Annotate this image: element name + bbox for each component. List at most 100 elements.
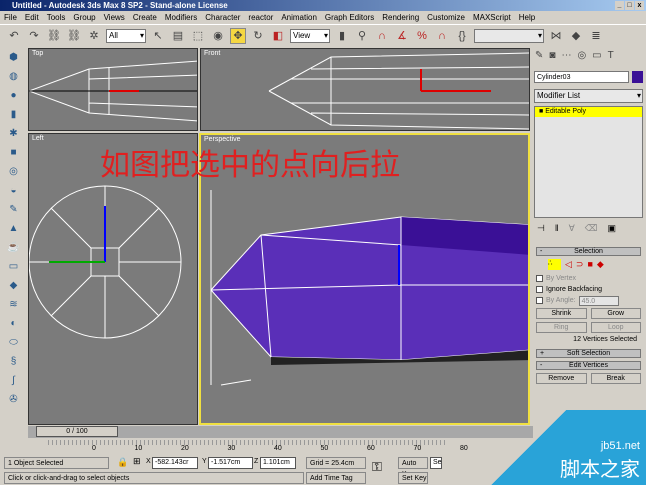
y-coordinate-field[interactable]: -1.517cm [208, 457, 253, 469]
ignore-backfacing-checkbox[interactable]: Ignore Backfacing [536, 284, 641, 295]
plane-icon[interactable]: ▭ [6, 259, 22, 275]
angle-spinner[interactable]: 45.0 [578, 295, 619, 306]
modify-tab-icon[interactable]: ◙ [549, 50, 555, 61]
remove-modifier-icon[interactable]: ⌫ [585, 223, 598, 233]
object-name-field[interactable]: Cylinder03 [534, 71, 629, 83]
spring-icon[interactable]: § [6, 354, 22, 370]
star-icon[interactable]: ✱ [6, 126, 22, 142]
minimize-button[interactable]: _ [615, 1, 624, 10]
motion-tab-icon[interactable]: ◎ [577, 50, 586, 61]
edit-vertices-rollout[interactable]: - Edit Vertices [536, 361, 641, 370]
time-slider-thumb[interactable]: 0 / 100 [36, 426, 118, 437]
object-color-swatch[interactable] [632, 71, 643, 83]
select-by-name-icon[interactable]: ▤ [170, 28, 186, 44]
ring-button[interactable]: Ring [536, 322, 587, 333]
x-coordinate-field[interactable]: -582.143cr [152, 457, 198, 469]
menu-item[interactable]: File [4, 11, 17, 24]
selection-rollout-header[interactable]: - Selection [536, 247, 641, 256]
link-icon[interactable]: ⛓ [46, 28, 62, 44]
tool-icon[interactable]: ✎ [6, 202, 22, 218]
set-key-button[interactable]: Set Key [398, 472, 428, 484]
pin-stack-icon[interactable]: ⊣ [537, 223, 545, 233]
border-mode-icon[interactable]: ⊃ [576, 259, 584, 270]
break-button[interactable]: Break [590, 373, 641, 384]
reference-coord-dropdown[interactable]: View [290, 28, 330, 43]
loop-button[interactable]: Loop [590, 322, 641, 333]
teapot-icon[interactable]: ☕ [6, 240, 22, 256]
hose-icon[interactable]: ∫ [6, 373, 22, 389]
menu-item[interactable]: Graph Editors [325, 11, 374, 24]
create-tab-icon[interactable]: ✎ [535, 50, 543, 61]
unlink-icon[interactable]: ⛓ [66, 28, 82, 44]
by-vertex-checkbox[interactable]: By Vertex [536, 273, 641, 284]
element-mode-icon[interactable]: ◆ [597, 259, 604, 270]
menu-item[interactable]: Character [205, 11, 240, 24]
spinner-snap-icon[interactable]: ∩ [434, 28, 450, 44]
hierarchy-tab-icon[interactable]: ⋯ [561, 50, 571, 61]
undo-icon[interactable]: ↶ [6, 28, 22, 44]
menu-item[interactable]: Modifiers [165, 11, 197, 24]
manipulate-icon[interactable]: ⚲ [354, 28, 370, 44]
polygon-mode-icon[interactable]: ■ [587, 259, 592, 270]
z-coordinate-field[interactable]: 1.101cm [260, 457, 296, 469]
torus-icon[interactable]: ◎ [6, 164, 22, 180]
create-icon[interactable]: ⬢ [6, 50, 22, 66]
menu-item[interactable]: Group [73, 11, 95, 24]
window-crossing-icon[interactable]: ◉ [210, 28, 226, 44]
vertex-mode-icon[interactable]: ∴ [548, 259, 561, 270]
selection-filter-dropdown[interactable]: All [106, 28, 146, 43]
percent-snap-icon[interactable]: % [414, 28, 430, 44]
remove-button[interactable]: Remove [536, 373, 587, 384]
viewport-top[interactable]: Top [28, 48, 198, 131]
menu-item[interactable]: MAXScript [473, 11, 511, 24]
rect-selection-icon[interactable]: ⬚ [190, 28, 206, 44]
box-icon[interactable]: ■ [6, 145, 22, 161]
utilities-tab-icon[interactable]: T [608, 50, 614, 61]
menu-item[interactable]: Edit [25, 11, 39, 24]
mirror-icon[interactable]: ⋈ [548, 28, 564, 44]
film-icon[interactable]: ✇ [6, 392, 22, 408]
align-icon[interactable]: ◆ [568, 28, 584, 44]
layer-manager-icon[interactable]: ≣ [588, 28, 604, 44]
hedra-icon[interactable]: ◆ [6, 278, 22, 294]
select-icon[interactable]: ↖ [150, 28, 166, 44]
viewport-front[interactable]: Front [200, 48, 530, 131]
sphere-icon[interactable]: ● [6, 88, 22, 104]
cylinder-icon[interactable]: ▮ [6, 107, 22, 123]
add-time-tag-button[interactable]: Add Time Tag [306, 472, 366, 484]
wave-icon[interactable]: ≋ [6, 297, 22, 313]
modify-icon[interactable]: ◍ [6, 69, 22, 85]
grow-button[interactable]: Grow [590, 308, 641, 319]
menu-item[interactable]: Rendering [382, 11, 419, 24]
modifier-list-dropdown[interactable]: Modifier List [534, 89, 643, 103]
display-tab-icon[interactable]: ▭ [592, 50, 601, 61]
stack-item-editable-poly[interactable]: ■ Editable Poly [535, 107, 642, 117]
soft-selection-rollout[interactable]: + Soft Selection [536, 349, 641, 358]
edit-named-selection-icon[interactable]: {} [454, 28, 470, 44]
menu-item[interactable]: Views [104, 11, 125, 24]
redo-icon[interactable]: ↷ [26, 28, 42, 44]
menu-item[interactable]: reactor [248, 11, 273, 24]
tube-icon[interactable]: ◒ [6, 183, 22, 199]
bind-spacewarp-icon[interactable]: ✲ [86, 28, 102, 44]
capsule-icon[interactable]: ⬭ [6, 335, 22, 351]
menu-item[interactable]: Help [519, 11, 535, 24]
menu-item[interactable]: Tools [47, 11, 66, 24]
edge-mode-icon[interactable]: ◁ [565, 259, 572, 270]
show-end-result-icon[interactable]: ‖ [555, 223, 559, 233]
track-bar[interactable]: 01020304050607080 [48, 440, 468, 455]
make-unique-icon[interactable]: ∀ [569, 223, 575, 233]
move-icon[interactable]: ✥ [230, 27, 246, 44]
pivot-icon[interactable]: ▮ [334, 28, 350, 44]
configure-sets-icon[interactable]: ▣ [607, 223, 616, 233]
auto-key-button[interactable]: Auto Key [398, 457, 428, 478]
close-button[interactable]: x [635, 1, 644, 10]
by-angle-checkbox[interactable]: By Angle: 45.0 [536, 295, 641, 306]
cone-icon[interactable]: ▲ [6, 221, 22, 237]
chamfer-icon[interactable]: ◐ [6, 316, 22, 332]
shrink-button[interactable]: Shrink [536, 308, 587, 319]
named-selection-dropdown[interactable] [474, 28, 544, 43]
angle-snap-icon[interactable]: ∡ [394, 28, 410, 44]
scale-icon[interactable]: ◧ [270, 28, 286, 44]
menu-item[interactable]: Animation [281, 11, 317, 24]
